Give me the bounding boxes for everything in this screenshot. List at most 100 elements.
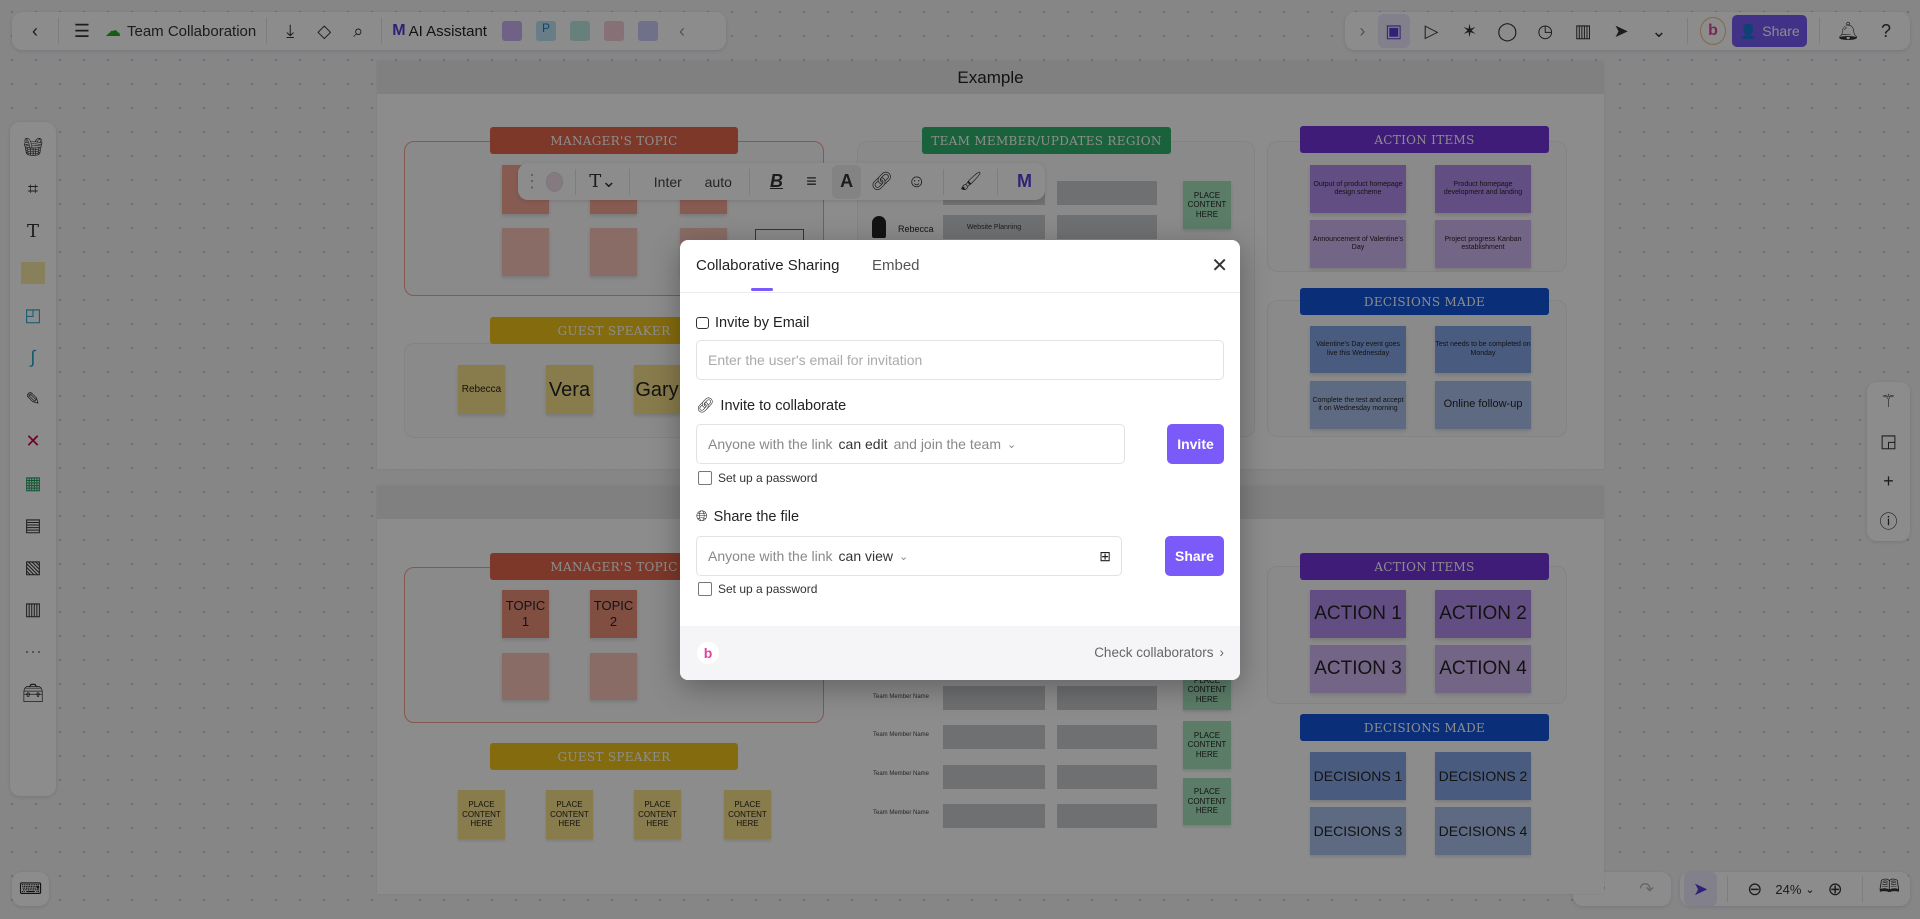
present-icon[interactable]: ▷	[1416, 14, 1448, 48]
doc-icon[interactable]: ▤	[16, 508, 50, 542]
update-cell[interactable]	[1057, 686, 1157, 710]
share-button[interactable]: 👤 Share	[1732, 15, 1808, 47]
qr-code-icon[interactable]: ⊞	[1099, 548, 1111, 565]
update-cell[interactable]	[943, 725, 1045, 749]
zoom-out-icon[interactable]: ⊖	[1738, 872, 1771, 906]
avatar[interactable]: b	[1699, 17, 1727, 45]
align-icon[interactable]: ≡	[797, 165, 826, 199]
text-style-icon[interactable]: T⌄	[588, 165, 617, 199]
p-app-icon[interactable]: P	[529, 14, 563, 48]
lock-page-icon[interactable]: ▣	[1377, 14, 1410, 48]
download-icon[interactable]: ⤓	[273, 14, 307, 48]
tab-embed[interactable]: Embed	[872, 257, 920, 274]
sticky-note[interactable]	[590, 653, 637, 700]
back-icon[interactable]: ‹	[18, 14, 52, 48]
share-permission-select[interactable]: Anyone with the link can view ⌄ ⊞	[696, 536, 1122, 576]
frame-icon[interactable]: ⌗	[16, 172, 50, 206]
decision-sticky[interactable]: DECISIONS 2	[1435, 752, 1531, 800]
action-sticky[interactable]: ACTION 2	[1435, 590, 1531, 638]
magic-icon[interactable]: ⚚	[1872, 385, 1906, 419]
action-sticky[interactable]: ACTION 4	[1435, 645, 1531, 693]
expand-icon[interactable]: ›	[1353, 14, 1372, 48]
password-checkbox[interactable]: Set up a password	[698, 471, 817, 485]
guest-sticky[interactable]: PLACE CONTENT HERE	[634, 790, 681, 839]
action-sticky[interactable]: Project progress Kanban establishment	[1435, 220, 1531, 268]
pen-icon[interactable]: ✎	[16, 382, 50, 416]
pointer-icon[interactable]: ➤	[1605, 14, 1637, 48]
map-icon[interactable]: 🕮︎	[1873, 872, 1906, 906]
format-painter-icon[interactable]: 🖌︎	[956, 165, 985, 199]
tag-icon[interactable]: ◇	[307, 14, 341, 48]
update-cell[interactable]	[1057, 215, 1157, 239]
ai-icon[interactable]: M	[1010, 165, 1039, 199]
flow-app-icon[interactable]	[597, 14, 631, 48]
link-icon[interactable]: 🔗︎	[867, 165, 896, 199]
invite-button[interactable]: Invite	[1167, 424, 1224, 464]
collab-permission-select[interactable]: Anyone with the link can edit and join t…	[696, 424, 1125, 464]
action-sticky[interactable]: Output of product homepage design scheme	[1310, 165, 1406, 213]
plus-icon[interactable]: +	[1872, 464, 1906, 498]
checkbox-icon[interactable]	[698, 471, 712, 485]
update-cell[interactable]	[1057, 181, 1157, 205]
sticky-note-icon[interactable]	[16, 256, 50, 290]
decision-sticky[interactable]: DECISIONS 1	[1310, 752, 1406, 800]
place-content-sticky[interactable]: PLACE CONTENT HERE	[1183, 778, 1231, 825]
panel-icon[interactable]: ◲	[1872, 425, 1906, 459]
place-content-sticky[interactable]: PLACE CONTENT HERE	[1183, 721, 1231, 769]
update-cell[interactable]	[943, 804, 1045, 828]
celebrate-icon[interactable]: ✶	[1454, 14, 1486, 48]
info-icon[interactable]: ⓘ	[1872, 504, 1906, 538]
more-tools-icon[interactable]: ···	[16, 634, 50, 668]
menu-icon[interactable]: ☰	[65, 14, 99, 48]
guest-sticky[interactable]: PLACE CONTENT HERE	[546, 790, 593, 839]
collapse-icon[interactable]: ‹	[665, 14, 699, 48]
decision-sticky[interactable]: Complete the test and accept it on Wedne…	[1310, 381, 1406, 429]
update-cell[interactable]	[943, 686, 1045, 710]
decision-sticky[interactable]: Online follow-up	[1435, 381, 1531, 429]
document-title[interactable]: Team Collaboration	[127, 23, 256, 40]
connector-icon[interactable]: ∫	[16, 340, 50, 374]
action-sticky[interactable]: Announcement of Valentine's Day	[1310, 220, 1406, 268]
action-sticky[interactable]: ACTION 3	[1310, 645, 1406, 693]
bottom-left-button[interactable]: ⌨	[12, 872, 49, 906]
chat-app-icon[interactable]	[631, 14, 665, 48]
mindmap-app-icon[interactable]	[563, 14, 597, 48]
shapes-icon[interactable]: ◰	[16, 298, 50, 332]
guest-sticky[interactable]: Rebecca	[458, 365, 505, 414]
search-icon[interactable]: ⌕	[341, 14, 375, 48]
help-icon[interactable]: ?	[1870, 14, 1902, 48]
guest-sticky[interactable]: PLACE CONTENT HERE	[724, 790, 771, 839]
bell-icon[interactable]: 🔔︎	[1832, 14, 1864, 48]
email-input[interactable]: Enter the user's email for invitation	[696, 340, 1224, 380]
update-cell[interactable]	[1057, 804, 1157, 828]
update-cell[interactable]: Website Planning	[943, 215, 1045, 239]
ai-assistant-button[interactable]: AI Assistant	[409, 23, 487, 40]
chevron-down-icon[interactable]: ⌄	[1805, 883, 1814, 896]
text-color-icon[interactable]: A	[832, 164, 862, 199]
timer-icon[interactable]: ◷	[1529, 14, 1561, 48]
select-tool-icon[interactable]: ➤	[1684, 872, 1718, 906]
comment-icon[interactable]: ◯	[1491, 14, 1523, 48]
check-collaborators-link[interactable]: Check collaborators ›	[1094, 645, 1224, 660]
sticky-note[interactable]	[590, 228, 637, 276]
bold-icon[interactable]: B	[762, 165, 791, 199]
more-icon[interactable]: ⌄	[1643, 14, 1675, 48]
templates-icon[interactable]: 🧺︎	[16, 130, 50, 164]
guest-sticky[interactable]: Gary	[634, 365, 680, 414]
decision-sticky[interactable]: DECISIONS 3	[1310, 807, 1406, 855]
emoji-icon[interactable]: ☺	[902, 165, 931, 199]
update-cell[interactable]	[943, 765, 1045, 789]
zoom-level[interactable]: 24%	[1775, 882, 1801, 897]
font-select[interactable]: Inter	[642, 174, 693, 190]
action-sticky[interactable]: Product homepage development and landing	[1435, 165, 1531, 213]
guest-sticky[interactable]: Vera	[546, 365, 593, 414]
color-swatch[interactable]	[546, 171, 564, 192]
guest-sticky[interactable]: PLACE CONTENT HERE	[458, 790, 505, 839]
cards-icon[interactable]: ▧	[16, 550, 50, 584]
apps-icon[interactable]: 🧰︎	[16, 676, 50, 710]
redo-icon[interactable]: ↷	[1630, 872, 1664, 906]
mindmap-icon[interactable]: ✕	[16, 424, 50, 458]
tab-collaborative-sharing[interactable]: Collaborative Sharing	[696, 257, 839, 274]
topic-sticky[interactable]: TOPIC 2	[590, 590, 637, 638]
close-icon[interactable]: ✕	[1211, 253, 1228, 278]
